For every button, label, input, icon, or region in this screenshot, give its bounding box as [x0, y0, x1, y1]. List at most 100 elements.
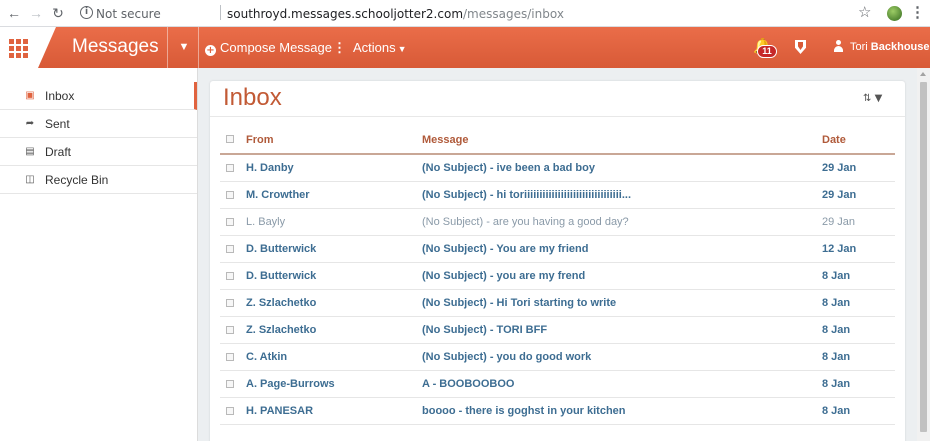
- row-checkbox[interactable]: [226, 272, 234, 280]
- row-checkbox[interactable]: [226, 326, 234, 334]
- caret-down-icon: ▼: [874, 93, 883, 104]
- column-header-message[interactable]: Message: [422, 134, 468, 146]
- sender-name[interactable]: H. Danby: [246, 162, 294, 174]
- row-checkbox[interactable]: [226, 380, 234, 388]
- message-date: 8 Jan: [822, 405, 851, 417]
- message-date: 8 Jan: [822, 297, 851, 309]
- table-row[interactable]: H. PANESAR boooo - there is goghst in yo…: [220, 398, 895, 425]
- message-date: 29 Jan: [822, 162, 857, 174]
- column-header-from[interactable]: From: [246, 134, 274, 146]
- row-checkbox[interactable]: [226, 164, 234, 172]
- scroll-up-arrow-icon[interactable]: [920, 72, 926, 76]
- vertical-dots-icon: ⋮: [333, 40, 346, 55]
- sender-name[interactable]: H. PANESAR: [246, 405, 313, 417]
- save-icon: ▤: [25, 146, 35, 157]
- sort-alpha-icon: ⇅: [863, 93, 872, 104]
- sender-name[interactable]: Z. Szlachetko: [246, 324, 316, 336]
- sidebar-item-label: Sent: [45, 117, 70, 131]
- message-date: 8 Jan: [822, 351, 851, 363]
- user-last-name: Backhouse: [870, 41, 930, 53]
- table-header: From Message Date: [220, 129, 895, 155]
- app-header: Messages ▼ +Compose Message ⋮Actions▼ 🔔 …: [0, 27, 930, 68]
- message-preview[interactable]: A - BOOBOOBOO: [422, 378, 812, 390]
- sender-name[interactable]: C. Atkin: [246, 351, 287, 363]
- table-row[interactable]: Z. Szlachetko (No Subject) - Hi Tori sta…: [220, 290, 895, 317]
- table-row[interactable]: H. Danby (No Subject) - ive been a bad b…: [220, 155, 895, 182]
- sender-name[interactable]: D. Butterwick: [246, 270, 316, 282]
- message-preview[interactable]: (No Subject) - you are my frend: [422, 270, 812, 282]
- grid-icon: [9, 39, 29, 58]
- menu-dropdown-button[interactable]: ▼: [174, 27, 194, 68]
- sender-name[interactable]: Z. Szlachetko: [246, 297, 316, 309]
- header-divider: [167, 27, 168, 68]
- plus-circle-icon: +: [205, 45, 216, 56]
- app-launcher-button[interactable]: [0, 27, 38, 68]
- sidebar-item-label: Draft: [45, 145, 72, 159]
- table-row[interactable]: A. Page-Burrows A - BOOBOOBOO 8 Jan: [220, 371, 895, 398]
- message-preview[interactable]: (No Subject) - You are my friend: [422, 243, 812, 255]
- page-scrollbar[interactable]: [917, 68, 930, 441]
- message-preview[interactable]: (No Subject) - ive been a bad boy: [422, 162, 812, 174]
- row-checkbox[interactable]: [226, 218, 234, 226]
- scrollbar-thumb[interactable]: [920, 82, 927, 432]
- notification-badge[interactable]: 11: [757, 45, 777, 58]
- sidebar-item-recycle-bin[interactable]: ◫ Recycle Bin: [0, 166, 197, 194]
- sidebar-item-inbox[interactable]: ▣ Inbox: [0, 82, 197, 110]
- message-preview[interactable]: (No Subject) - are you having a good day…: [422, 216, 812, 228]
- url-host: southroyd.messages.schooljotter2.com: [227, 7, 464, 21]
- table-row[interactable]: D. Butterwick (No Subject) - you are my …: [220, 263, 895, 290]
- message-date: 8 Jan: [822, 378, 851, 390]
- forward-icon[interactable]: →: [26, 3, 46, 23]
- title-divider: [210, 116, 905, 117]
- profile-avatar[interactable]: [887, 6, 902, 21]
- message-preview[interactable]: (No Subject) - you do good work: [422, 351, 812, 363]
- star-icon[interactable]: ☆: [858, 4, 871, 22]
- security-label[interactable]: Not secure: [96, 7, 161, 21]
- message-preview[interactable]: (No Subject) - hi toriiiiiiiiiiiiiiiiiii…: [422, 189, 812, 201]
- row-checkbox[interactable]: [226, 191, 234, 199]
- message-date: 29 Jan: [822, 216, 856, 228]
- actions-menu-button[interactable]: ⋮ Actions ▼: [333, 27, 407, 68]
- column-header-date[interactable]: Date: [822, 134, 846, 146]
- shield-icon[interactable]: [795, 40, 806, 54]
- row-checkbox[interactable]: [226, 245, 234, 253]
- message-preview[interactable]: boooo - there is goghst in your kitchen: [422, 405, 812, 417]
- sort-button[interactable]: ⇅ ▼: [863, 91, 889, 107]
- row-checkbox[interactable]: [226, 407, 234, 415]
- sender-name[interactable]: A. Page-Burrows: [246, 378, 335, 390]
- message-preview[interactable]: (No Subject) - TORI BFF: [422, 324, 812, 336]
- sender-name[interactable]: L. Bayly: [246, 216, 285, 228]
- sender-name[interactable]: D. Butterwick: [246, 243, 316, 255]
- url-separator: [220, 5, 221, 20]
- page-title: Inbox: [223, 84, 282, 111]
- address-bar[interactable]: i Not secure southroyd.messages.schooljo…: [74, 3, 882, 24]
- select-all-checkbox[interactable]: [226, 135, 234, 143]
- message-date: 29 Jan: [822, 189, 857, 201]
- sidebar-item-label: Inbox: [45, 89, 75, 103]
- sender-name[interactable]: M. Crowther: [246, 189, 310, 201]
- message-preview[interactable]: (No Subject) - Hi Tori starting to write: [422, 297, 812, 309]
- compose-message-button[interactable]: + Compose Message: [205, 27, 332, 68]
- kebab-menu-icon[interactable]: ⋮: [910, 4, 925, 22]
- reload-icon[interactable]: ↻: [48, 3, 68, 23]
- message-date: 12 Jan: [822, 243, 857, 255]
- user-menu[interactable]: Tori Backhouse: [833, 27, 930, 68]
- header-wedge: [38, 27, 56, 68]
- table-row[interactable]: L. Bayly (No Subject) - are you having a…: [220, 209, 895, 236]
- row-checkbox[interactable]: [226, 353, 234, 361]
- trash-icon: ◫: [25, 174, 35, 185]
- table-row[interactable]: D. Butterwick (No Subject) - You are my …: [220, 236, 895, 263]
- message-date: 8 Jan: [822, 270, 851, 282]
- row-checkbox[interactable]: [226, 299, 234, 307]
- sidebar-item-sent[interactable]: ➦ Sent: [0, 110, 197, 138]
- table-row[interactable]: C. Atkin (No Subject) - you do good work…: [220, 344, 895, 371]
- url-text[interactable]: southroyd.messages.schooljotter2.com/mes…: [227, 7, 564, 21]
- inbox-panel: Inbox ⇅ ▼ From Message Date H. Danby (No…: [210, 81, 905, 441]
- sidebar-item-draft[interactable]: ▤ Draft: [0, 138, 197, 166]
- table-row[interactable]: M. Crowther (No Subject) - hi toriiiiiii…: [220, 182, 895, 209]
- table-row[interactable]: Z. Szlachetko (No Subject) - TORI BFF 8 …: [220, 317, 895, 344]
- back-icon[interactable]: ←: [4, 3, 24, 23]
- reply-arrow-icon: ➦: [25, 118, 35, 129]
- info-icon[interactable]: i: [80, 6, 93, 19]
- message-date: 8 Jan: [822, 324, 851, 336]
